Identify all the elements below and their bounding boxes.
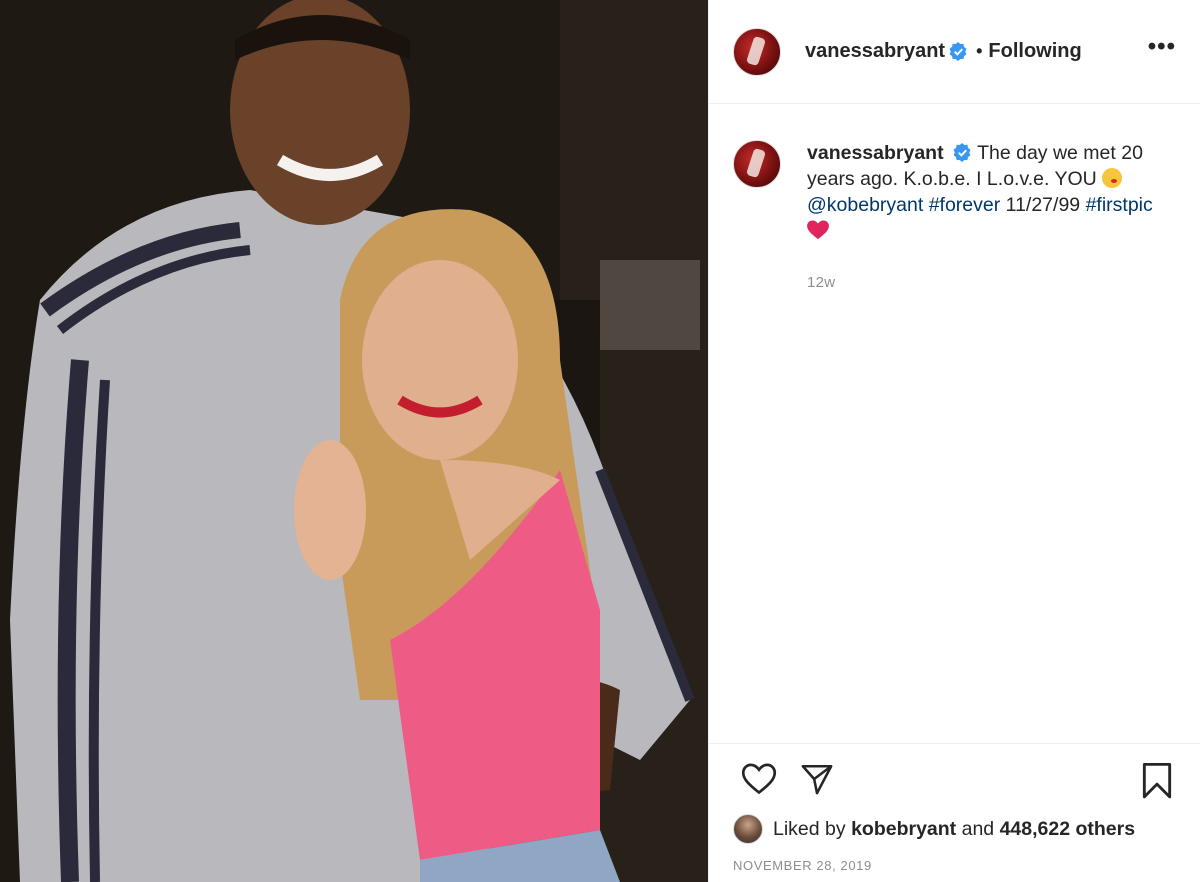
photo-illustration <box>0 0 708 882</box>
header-separator: • <box>976 41 983 61</box>
liked-and: and <box>961 817 995 840</box>
post-photo[interactable] <box>0 0 708 882</box>
liked-prefix: Liked by <box>773 817 846 840</box>
hashtag-firstpic[interactable]: #firstpic <box>1086 194 1153 216</box>
caption-username[interactable]: vanessabryant <box>807 142 944 164</box>
caption-date: 11/27/99 <box>1005 194 1081 216</box>
action-icon-row <box>731 762 1179 800</box>
following-button[interactable]: Following <box>988 40 1081 63</box>
more-options-icon[interactable]: ••• <box>1148 33 1176 71</box>
kiss-emoji-icon <box>1102 168 1123 188</box>
heart-outline-icon[interactable] <box>741 762 777 796</box>
verified-badge-icon <box>949 42 967 61</box>
post-side-panel: vanessabryant • Following ••• vanessabry… <box>708 0 1200 882</box>
liker-avatar[interactable] <box>733 814 763 844</box>
liked-by-row: Liked by kobebryant and 448,622 others <box>733 814 1135 844</box>
paper-plane-icon[interactable] <box>799 762 835 796</box>
post-date[interactable]: NOVEMBER 28, 2019 <box>733 858 872 873</box>
heart-emoji-icon <box>807 220 829 240</box>
bookmark-icon[interactable] <box>1141 762 1173 800</box>
caption-avatar[interactable] <box>733 140 781 188</box>
post-header: vanessabryant • Following ••• <box>709 0 1200 104</box>
actions-section: Liked by kobebryant and 448,622 others N… <box>709 743 1200 882</box>
liked-count-link[interactable]: 448,622 others <box>1000 818 1136 841</box>
profile-avatar[interactable] <box>733 27 781 76</box>
liked-user-link[interactable]: kobebryant <box>851 818 956 841</box>
instagram-post: vanessabryant • Following ••• vanessabry… <box>0 0 1200 882</box>
header-username[interactable]: vanessabryant <box>805 40 945 63</box>
hashtag-forever[interactable]: #forever <box>929 194 1001 216</box>
verified-badge-icon <box>953 143 971 162</box>
caption-text: vanessabryant The day we met 20 years ag… <box>807 140 1167 296</box>
mention-link[interactable]: @kobebryant <box>807 194 923 216</box>
caption-section: vanessabryant The day we met 20 years ag… <box>709 104 1200 296</box>
time-ago[interactable]: 12w <box>807 270 1167 296</box>
